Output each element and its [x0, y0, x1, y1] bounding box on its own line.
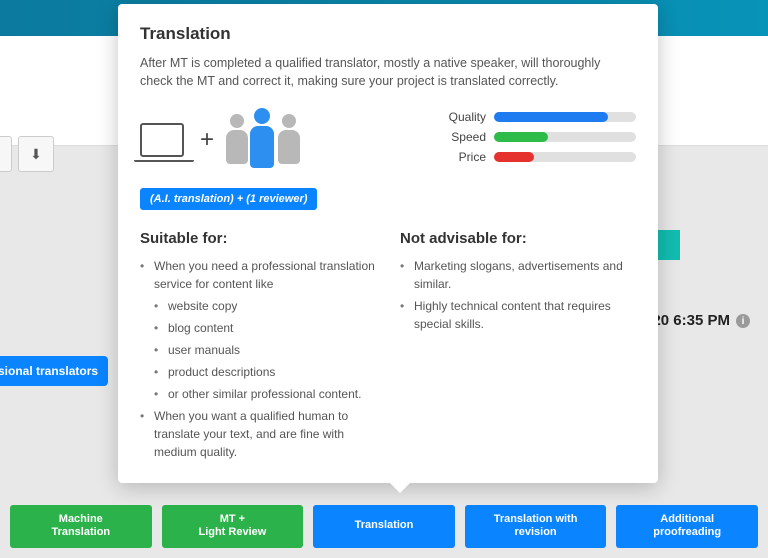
tab-machine-translation[interactable]: MachineTranslation	[10, 505, 152, 549]
laptop-icon	[140, 123, 184, 157]
list-item: When you want a qualified human to trans…	[140, 407, 376, 461]
suitable-title: Suitable for:	[140, 230, 376, 247]
list-item: user manuals	[154, 341, 376, 359]
small-a-button[interactable]: a	[0, 136, 12, 172]
popover-title: Translation	[140, 24, 636, 44]
list-item: or other similar professional content.	[154, 385, 376, 403]
list-item: Marketing slogans, advertisements and si…	[400, 257, 636, 293]
tab-translation[interactable]: Translation	[313, 505, 455, 549]
download-icon[interactable]: ⬇	[18, 136, 54, 172]
plus-icon: +	[200, 126, 214, 154]
list-item: website copy	[154, 297, 376, 315]
list-item: When you need a professional translation…	[140, 257, 376, 293]
people-icon	[230, 108, 300, 172]
quality-meters: Quality Speed Price	[436, 108, 636, 172]
tab-mt-light-review[interactable]: MT +Light Review	[162, 505, 304, 549]
tab-additional-proofreading[interactable]: Additionalproofreading	[616, 505, 758, 549]
tab-translation-revision[interactable]: Translation withrevision	[465, 505, 607, 549]
quality-meter	[494, 112, 636, 122]
popover-description: After MT is completed a qualified transl…	[140, 54, 636, 90]
speed-meter	[494, 132, 636, 142]
service-tabs: MachineTranslation MT +Light Review Tran…	[10, 505, 758, 549]
info-icon[interactable]: i	[736, 314, 750, 328]
professional-translators-button[interactable]: sional translators	[0, 356, 108, 386]
list-item: product descriptions	[154, 363, 376, 381]
composition-badge: (A.I. translation) + (1 reviewer)	[140, 188, 317, 210]
quality-label: Quality	[436, 110, 486, 124]
translation-popover: Translation After MT is completed a qual…	[118, 4, 658, 483]
list-item: Highly technical content that requires s…	[400, 297, 636, 333]
price-meter	[494, 152, 636, 162]
not-advisable-title: Not advisable for:	[400, 230, 636, 247]
list-item: blog content	[154, 319, 376, 337]
popover-graphic: +	[140, 108, 436, 172]
not-advisable-column: Not advisable for: Marketing slogans, ad…	[400, 230, 636, 465]
price-label: Price	[436, 150, 486, 164]
speed-label: Speed	[436, 130, 486, 144]
suitable-column: Suitable for: When you need a profession…	[140, 230, 376, 465]
